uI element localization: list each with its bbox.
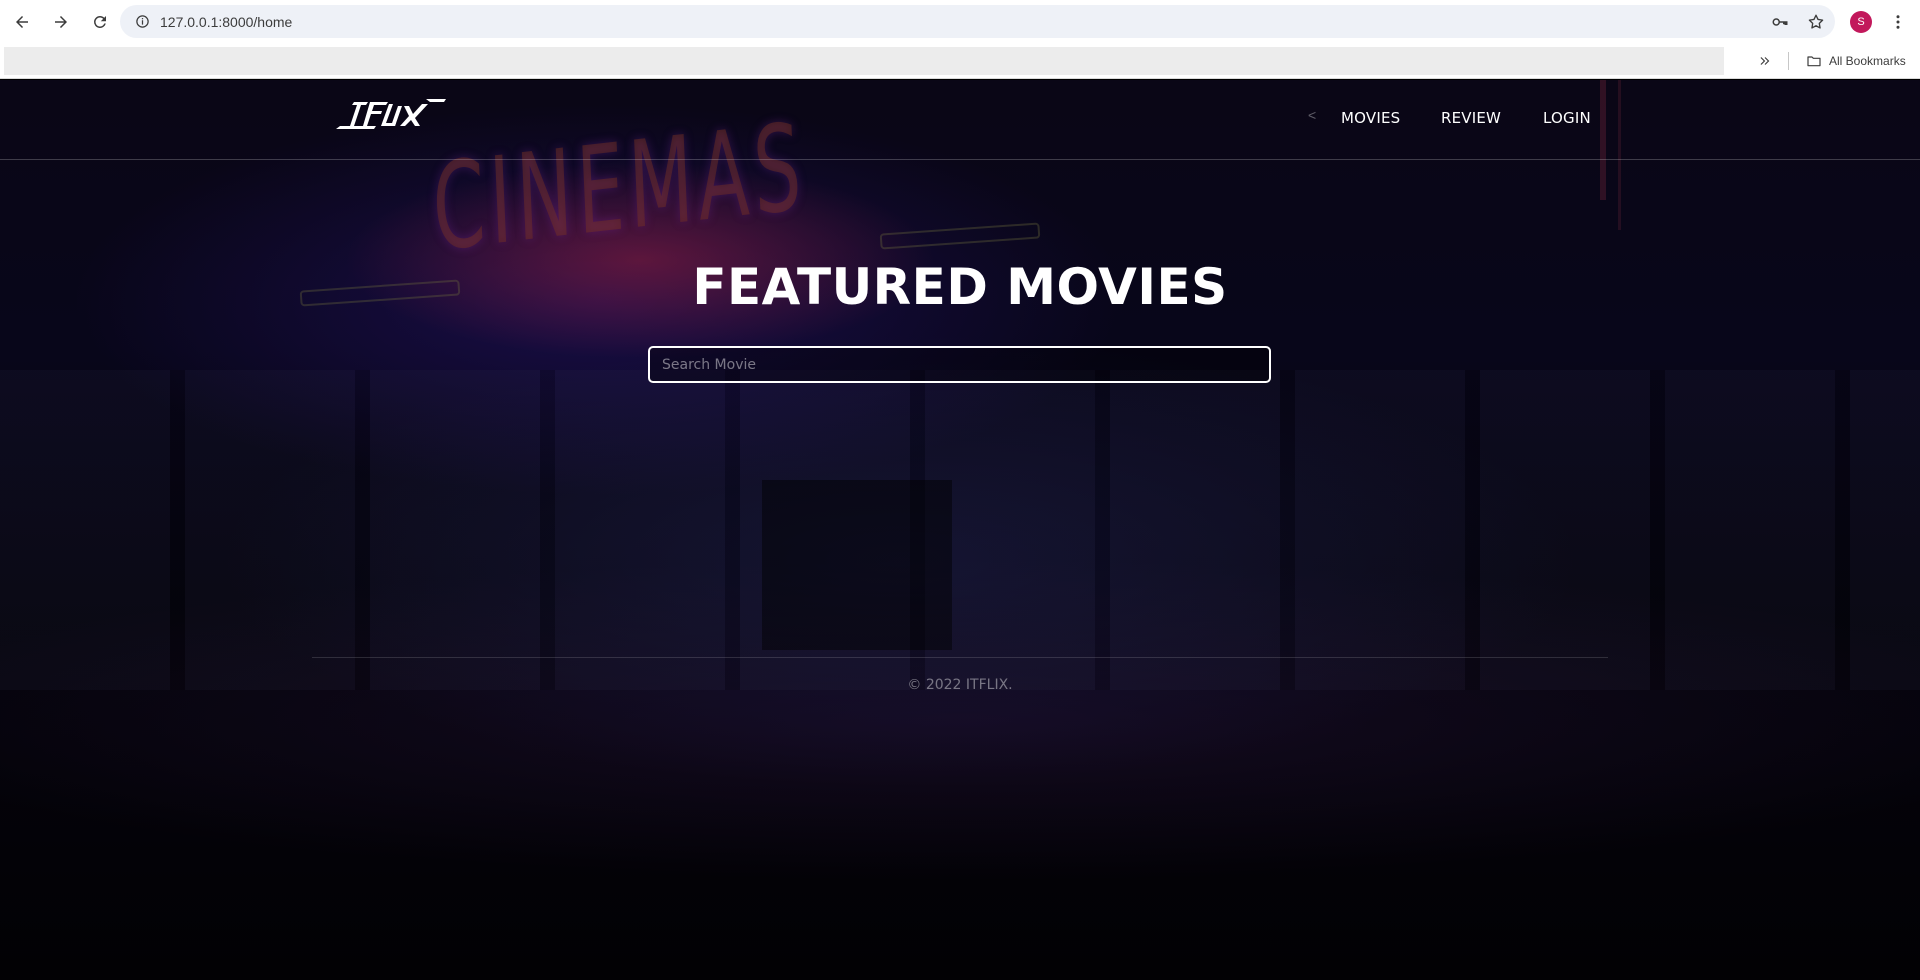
- browser-menu-icon[interactable]: [1886, 10, 1910, 34]
- background-building: [0, 370, 1920, 690]
- arrow-left-icon: [16, 15, 28, 28]
- footer-divider: [312, 657, 1608, 658]
- reload-button[interactable]: [82, 4, 118, 40]
- bookmarks-area: [4, 47, 1724, 75]
- address-bar[interactable]: 127.0.0.1:8000/home: [120, 5, 1835, 38]
- web-page: CINEMAS < MOVIES REVIEW LOGIN FEATURED M…: [0, 80, 1920, 980]
- bookmark-star-icon[interactable]: [1805, 11, 1827, 33]
- url-text[interactable]: 127.0.0.1:8000/home: [160, 14, 292, 30]
- folder-icon: [1807, 56, 1821, 67]
- nav-link-movies[interactable]: MOVIES: [1341, 109, 1400, 127]
- site-info-icon[interactable]: [126, 5, 158, 38]
- site-logo[interactable]: [334, 96, 452, 132]
- background-door: [762, 480, 952, 650]
- bookmarks-separator: [1788, 52, 1789, 70]
- bookmarks-bar: All Bookmarks: [0, 43, 1920, 79]
- all-bookmarks-label: All Bookmarks: [1829, 54, 1906, 68]
- back-button[interactable]: [4, 4, 40, 40]
- all-bookmarks-button[interactable]: All Bookmarks: [1806, 50, 1906, 72]
- arrow-right-icon: [55, 15, 67, 28]
- nav-link-login[interactable]: LOGIN: [1543, 109, 1591, 127]
- itflix-logo-icon: [336, 99, 446, 129]
- page-title: FEATURED MOVIES: [692, 258, 1228, 316]
- forward-button[interactable]: [43, 4, 79, 40]
- bookmarks-overflow-icon[interactable]: [1754, 50, 1776, 72]
- site-header: < MOVIES REVIEW LOGIN: [0, 80, 1920, 160]
- password-key-icon[interactable]: [1769, 11, 1791, 33]
- footer-copyright: © 2022 ITFLIX.: [907, 677, 1013, 693]
- background-sign-bar: [879, 222, 1041, 250]
- reload-icon: [94, 15, 106, 28]
- profile-avatar[interactable]: S: [1850, 11, 1872, 33]
- browser-toolbar: 127.0.0.1:8000/home S: [0, 0, 1920, 43]
- nav-prev-indicator: <: [1308, 107, 1317, 123]
- search-movie-input[interactable]: [648, 346, 1271, 383]
- nav-link-review[interactable]: REVIEW: [1441, 109, 1501, 127]
